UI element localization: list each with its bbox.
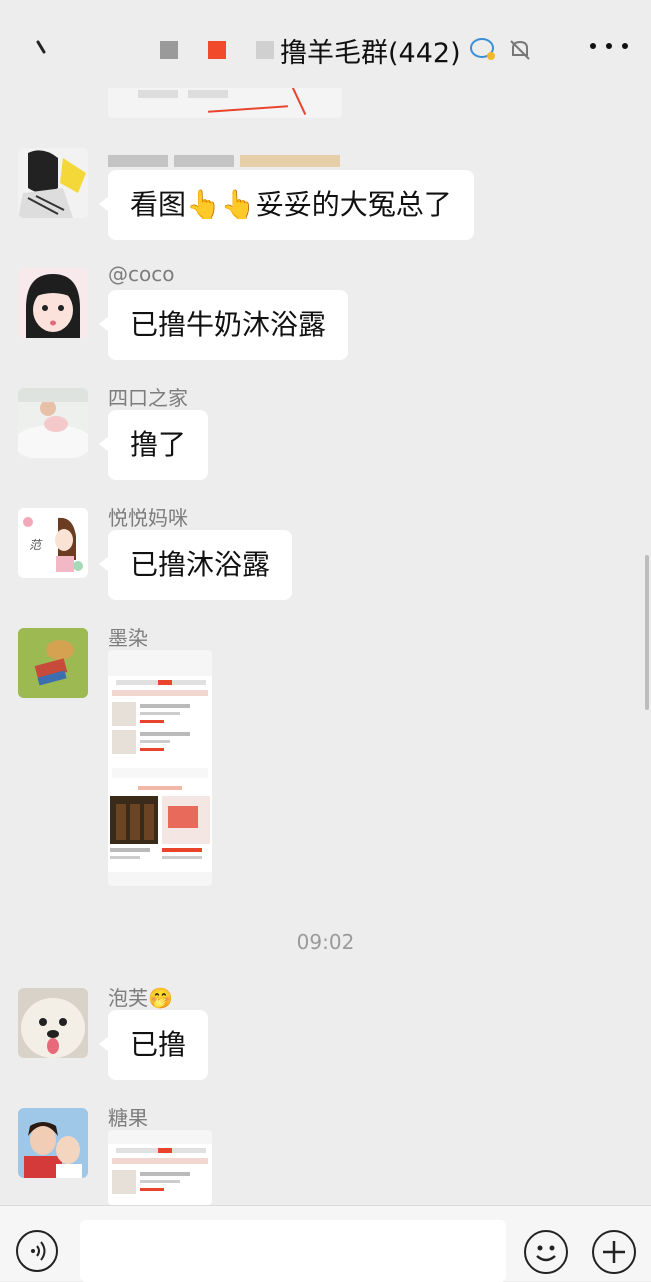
sender-name: 泡芙🤭 xyxy=(108,986,173,1010)
avatar-badge-text: 范 xyxy=(29,538,42,552)
blurred-avatar-block xyxy=(256,41,274,59)
back-chevron-icon[interactable] xyxy=(26,26,66,66)
avatar[interactable] xyxy=(18,388,88,458)
image-message[interactable] xyxy=(108,650,212,886)
page-title: 撸羊毛群(442) xyxy=(280,37,461,69)
chat-title-area[interactable]: 撸羊毛群(442) xyxy=(160,28,533,72)
message-bubble[interactable]: 已撸 xyxy=(98,1010,209,1080)
sender-name: 悦悦妈咪 xyxy=(108,506,188,530)
voice-input-icon[interactable] xyxy=(16,1230,58,1272)
input-bar xyxy=(0,1205,651,1282)
avatar[interactable] xyxy=(18,148,88,218)
image-message[interactable] xyxy=(108,1130,212,1205)
avatar[interactable] xyxy=(18,988,88,1058)
blurred-avatar-block xyxy=(208,41,226,59)
avatar[interactable] xyxy=(18,628,88,698)
mute-bell-icon xyxy=(509,40,530,60)
emoji-icon[interactable] xyxy=(524,1230,568,1274)
sender-name: 四口之家 xyxy=(108,386,188,410)
image-message-partial[interactable] xyxy=(108,88,342,118)
more-dots-icon[interactable] xyxy=(590,36,628,56)
avatar[interactable] xyxy=(18,268,88,338)
message-bubble[interactable]: 撸了 xyxy=(98,410,209,480)
chat-header: 撸羊毛群(442) xyxy=(0,0,651,88)
sender-name-blurred xyxy=(108,148,340,172)
blurred-avatar-block xyxy=(160,41,178,59)
message-bubble[interactable]: 看图👆👆妥妥的大冤总了 xyxy=(99,170,474,240)
scrollbar[interactable] xyxy=(645,555,649,710)
avatar[interactable]: 范 xyxy=(18,508,88,578)
sender-name: 糖果 xyxy=(108,1106,148,1130)
plus-icon[interactable] xyxy=(592,1230,636,1274)
message-input[interactable] xyxy=(80,1220,506,1282)
message-bubble[interactable]: 已撸牛奶沐浴露 xyxy=(98,290,349,360)
sender-name: @coco xyxy=(108,262,175,286)
sender-name: 墨染 xyxy=(108,626,148,650)
message-bubble[interactable]: 已撸沐浴露 xyxy=(98,530,293,600)
avatar[interactable] xyxy=(18,1108,88,1178)
message-timestamp: 09:02 xyxy=(296,930,355,954)
group-chat-icon xyxy=(469,38,495,60)
